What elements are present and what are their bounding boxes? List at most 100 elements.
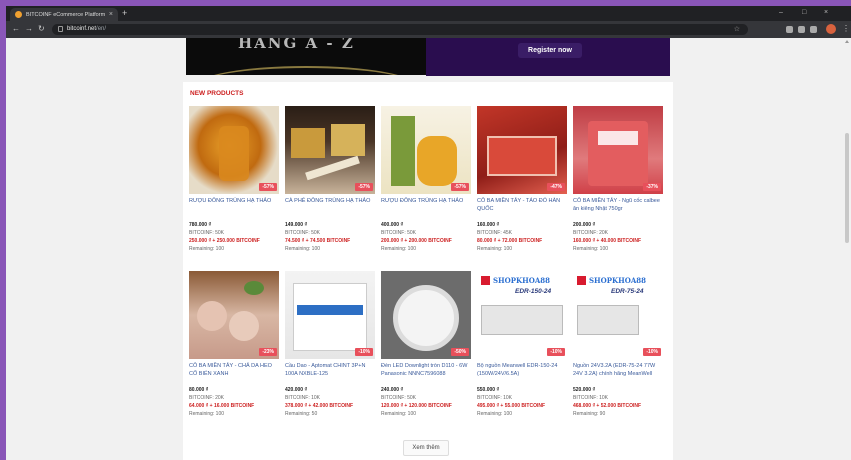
product-name[interactable]: Bộ nguồn Meanwell EDR-150-24 (150W/24V/6… — [477, 362, 567, 386]
url-path: /en/ — [96, 26, 107, 32]
product-card[interactable]: -10% Cầu Dao - Aptomat CHINT 3P+N 100A N… — [285, 271, 375, 433]
product-model: EDR-75-24 — [611, 288, 644, 295]
product-deal: 378.000 ₫ + 42.000 BITCOINF — [285, 403, 354, 409]
product-price: 240.000 ₫ — [381, 387, 404, 393]
product-image[interactable]: -37% — [573, 106, 663, 194]
product-deal: 64.000 ₫ + 16.000 BITCOINF — [189, 403, 255, 409]
leaf-shape — [244, 281, 264, 295]
product-name[interactable]: RƯỢU ĐÔNG TRÙNG HẠ THẢO — [189, 197, 279, 221]
scroll-up-icon[interactable] — [845, 40, 849, 43]
product-card[interactable]: SHOPKHOA88 EDR-75-24 -10% Nguồn 24V3.2A … — [573, 271, 663, 433]
product-remaining: Remaining: 100 — [477, 246, 513, 252]
power-supply-shape — [577, 305, 639, 335]
browser-window: BITCOINF eCommerce Platform × + – □ × ← … — [6, 6, 851, 460]
product-price: 160.000 ₫ — [477, 222, 500, 228]
product-image[interactable]: -10% — [285, 271, 375, 359]
product-price: 80.000 ₫ — [189, 387, 209, 393]
promo-banner-right: Register now — [426, 38, 670, 76]
browser-menu-icon[interactable]: ⋮ — [842, 24, 850, 34]
bookmark-star-icon[interactable]: ☆ — [734, 25, 740, 34]
page-viewport: HANG A - Z Register now NEW PRODUCTS -57… — [6, 38, 851, 460]
product-card[interactable]: -23% CÔ BA MIỀN TÂY - CHẢ DA HEO CỐ BIỂN… — [189, 271, 279, 433]
product-name[interactable]: CÔ BA MIỀN TÂY - Ngũ cốc calbee ăn kiêng… — [573, 197, 663, 221]
discount-badge: -10% — [355, 348, 373, 356]
breaker-shape — [293, 283, 367, 351]
product-image[interactable]: -50% — [381, 271, 471, 359]
product-model: EDR-150-24 — [515, 288, 552, 295]
close-window-icon[interactable]: × — [824, 8, 828, 18]
product-card[interactable]: SHOPKHOA88 EDR-150-24 -10% Bộ nguồn Mean… — [477, 271, 567, 433]
discount-badge: -10% — [547, 348, 565, 356]
see-more-button[interactable]: Xem thêm — [403, 440, 449, 456]
product-remaining: Remaining: 100 — [285, 246, 321, 252]
shop-logo-text: SHOPKHOA88 — [493, 276, 550, 285]
product-name[interactable]: CÔ BA MIỀN TÂY - TÁO ĐỎ HÀN QUỐC — [477, 197, 567, 221]
tab-title: BITCOINF eCommerce Platform — [26, 11, 105, 18]
product-image[interactable]: -57% — [381, 106, 471, 194]
power-supply-shape — [481, 305, 563, 335]
product-deal: 468.000 ₫ + 52.000 BITCOINF — [573, 403, 642, 409]
product-coin: BITCOINF: 50K — [285, 230, 321, 236]
tab-bar: BITCOINF eCommerce Platform × + – □ × — [6, 6, 851, 21]
back-icon[interactable]: ← — [12, 24, 20, 34]
forward-icon[interactable]: → — [25, 24, 33, 34]
product-coin: BITCOINF: 50K — [189, 230, 225, 236]
sidepanel-icon[interactable] — [810, 26, 817, 33]
promo-banner-left[interactable]: HANG A - Z — [186, 38, 431, 75]
product-card[interactable]: -50% Đèn LED Downlight tròn D110 - 6W Pa… — [381, 271, 471, 433]
extension-icon[interactable] — [786, 26, 793, 33]
product-name[interactable]: Cầu Dao - Aptomat CHINT 3P+N 100A NXBLE-… — [285, 362, 375, 386]
product-remaining: Remaining: 100 — [189, 411, 225, 417]
product-name[interactable]: CÀ PHÊ ĐÔNG TRÙNG HẠ THẢO — [285, 197, 375, 221]
tab-active[interactable]: BITCOINF eCommerce Platform × — [10, 8, 118, 21]
site-favicon-icon — [15, 11, 22, 18]
product-coin: BITCOINF: 20K — [573, 230, 609, 236]
new-tab-button[interactable]: + — [122, 8, 127, 19]
product-name[interactable]: RƯỢU ĐÔNG TRÙNG HẠ THẢO — [381, 197, 471, 221]
discount-badge: -57% — [451, 183, 469, 191]
product-deal: 495.000 ₫ + 55.000 BITCOINF — [477, 403, 546, 409]
product-name[interactable]: Nguồn 24V3.2A (EDR-75-24 77W 24V 3.2A) c… — [573, 362, 663, 386]
product-deal: 160.000 ₫ + 40.000 BITCOINF — [573, 238, 642, 244]
maximize-icon[interactable]: □ — [802, 8, 806, 18]
profile-avatar[interactable] — [826, 24, 836, 34]
address-bar[interactable]: bitcoinf.net/en/ ☆ — [52, 24, 748, 35]
register-now-button[interactable]: Register now — [518, 43, 582, 58]
product-coin: BITCOINF: 45K — [477, 230, 513, 236]
label-shape — [598, 131, 638, 145]
tab-close-icon[interactable]: × — [109, 11, 113, 18]
product-remaining: Remaining: 100 — [573, 246, 609, 252]
lock-icon — [58, 26, 63, 32]
product-image[interactable]: SHOPKHOA88 EDR-150-24 -10% — [477, 271, 567, 359]
product-deal: 120.000 ₫ + 120.000 BITCOINF — [381, 403, 452, 409]
product-coin: BITCOINF: 50K — [381, 230, 417, 236]
product-card[interactable]: -57% CÀ PHÊ ĐÔNG TRÙNG HẠ THẢO 149.000 ₫… — [285, 106, 375, 266]
discount-badge: -10% — [643, 348, 661, 356]
extensions-puzzle-icon[interactable] — [798, 26, 805, 33]
product-remaining: Remaining: 90 — [573, 411, 606, 417]
product-name[interactable]: CÔ BA MIỀN TÂY - CHẢ DA HEO CỐ BIỂN XANH — [189, 362, 279, 386]
product-remaining: Remaining: 50 — [285, 411, 318, 417]
downlight-shape — [393, 285, 459, 351]
product-card[interactable]: -47% CÔ BA MIỀN TÂY - TÁO ĐỎ HÀN QUỐC 16… — [477, 106, 567, 266]
product-image[interactable]: -57% — [285, 106, 375, 194]
product-image[interactable]: -23% — [189, 271, 279, 359]
product-name[interactable]: Đèn LED Downlight tròn D110 - 6W Panason… — [381, 362, 471, 386]
reload-icon[interactable]: ↻ — [38, 24, 45, 34]
scroll-thumb[interactable] — [845, 133, 849, 243]
product-price: 400.000 ₫ — [381, 222, 404, 228]
shop-logo-icon — [481, 276, 490, 285]
product-image[interactable]: -47% — [477, 106, 567, 194]
browser-toolbar: ← → ↻ bitcoinf.net/en/ ☆ ⋮ — [6, 21, 851, 38]
box-shape — [291, 128, 325, 158]
product-card[interactable]: -57% RƯỢU ĐÔNG TRÙNG HẠ THẢO 400.000 ₫ B… — [381, 106, 471, 266]
product-image[interactable]: SHOPKHOA88 EDR-75-24 -10% — [573, 271, 663, 359]
minimize-icon[interactable]: – — [779, 8, 783, 18]
product-image[interactable]: -57% — [189, 106, 279, 194]
shop-logo-icon — [577, 276, 586, 285]
product-card[interactable]: -37% CÔ BA MIỀN TÂY - Ngũ cốc calbee ăn … — [573, 106, 663, 266]
product-coin: BITCOINF: 20K — [189, 395, 225, 401]
page-scrollbar[interactable] — [843, 38, 851, 460]
product-card[interactable]: -57% RƯỢU ĐÔNG TRÙNG HẠ THẢO 780.000 ₫ B… — [189, 106, 279, 266]
new-products-panel: NEW PRODUCTS -57% RƯỢU ĐÔNG TRÙNG HẠ THẢ… — [183, 82, 673, 460]
